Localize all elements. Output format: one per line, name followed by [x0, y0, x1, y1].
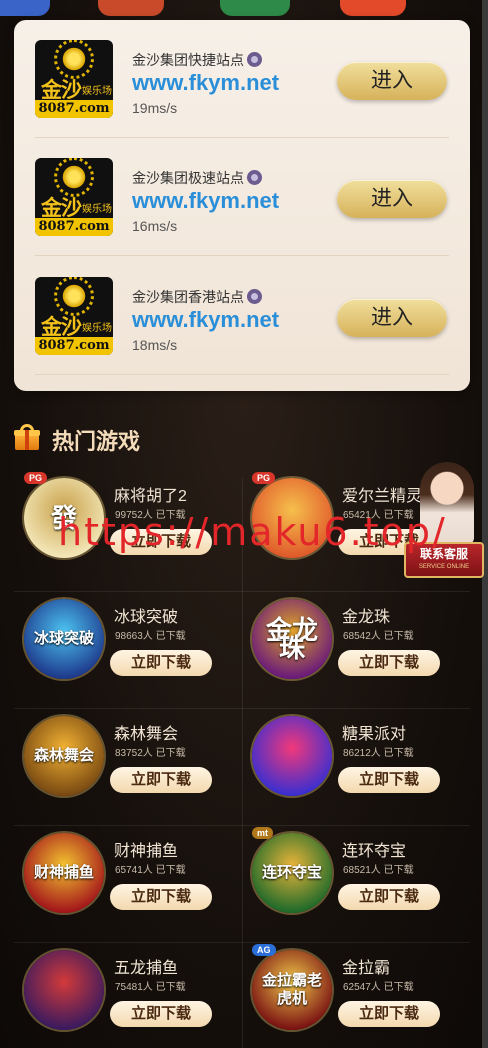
- game-name: 金龙珠: [342, 609, 391, 626]
- game-icon-text: 金拉霸老虎机: [261, 972, 322, 1007]
- game-item[interactable]: 金拉霸老虎机 AG 金拉霸 62547人 已下载立即下载: [242, 944, 470, 1048]
- verified-badge-icon: [247, 52, 262, 67]
- enter-button[interactable]: 进入: [337, 62, 447, 100]
- enter-button[interactable]: 进入: [337, 299, 447, 337]
- download-button[interactable]: 立即下载: [338, 1001, 440, 1027]
- game-icon[interactable]: 金拉霸老虎机: [252, 950, 332, 1030]
- game-name: 财神捕鱼: [114, 843, 179, 860]
- top-banner-item[interactable]: [0, 0, 50, 16]
- game-item[interactable]: 金龙珠 金龙珠 68542人 已下载立即下载: [242, 599, 470, 715]
- game-item[interactable]: 财神捕鱼 财神捕鱼 65741人 已下载 立即下载: [14, 833, 242, 949]
- game-item[interactable]: 连环夺宝 mt 连环夺宝 68521人 已下载立即下载: [242, 827, 470, 949]
- divider: [242, 478, 243, 1048]
- game-item[interactable]: 五龙捕鱼 75481人 已下载立即下载: [14, 950, 242, 1048]
- download-button[interactable]: 立即下载: [110, 650, 212, 676]
- game-icon-text: 金龙珠: [265, 615, 318, 663]
- station-item: 金沙 娱乐场 8087.com 金沙集团极速站点 www.fkym.net 16…: [14, 138, 470, 256]
- game-icon[interactable]: 金龙珠: [252, 599, 332, 679]
- download-button[interactable]: 立即下载: [110, 1001, 212, 1027]
- station-name: 金沙集团极速站点: [132, 168, 262, 188]
- station-name: 金沙集团香港站点: [132, 287, 262, 307]
- top-banner-item[interactable]: [220, 0, 290, 16]
- game-icon-text: 财神捕鱼: [33, 864, 94, 881]
- download-button[interactable]: 立即下载: [110, 884, 212, 910]
- game-name: 糖果派对: [342, 726, 407, 743]
- divider: [35, 255, 449, 256]
- download-count: 86212人 已下载: [343, 748, 414, 759]
- top-banner-item[interactable]: [340, 0, 406, 16]
- watermark-text: https://maku6.top/: [58, 510, 447, 554]
- game-name: 五龙捕鱼: [114, 960, 179, 977]
- station-url[interactable]: www.fkym.net: [132, 188, 279, 214]
- station-card: 金沙 娱乐场 8087.com 金沙集团快捷站点 www.fkym.net 19…: [14, 20, 470, 391]
- top-banner-item[interactable]: [98, 0, 164, 16]
- top-banner-strip: [0, 0, 488, 18]
- game-icon[interactable]: [252, 716, 332, 796]
- station-ping: 18ms/s: [132, 337, 178, 353]
- provider-tag: PG: [24, 472, 48, 484]
- enter-button[interactable]: 进入: [337, 180, 447, 218]
- download-count: 65741人 已下载: [115, 865, 186, 876]
- download-count: 68521人 已下载: [343, 865, 414, 876]
- game-icon[interactable]: 财神捕鱼: [24, 833, 104, 913]
- download-count: 68542人 已下载: [343, 631, 414, 642]
- download-count: 75481人 已下载: [115, 982, 186, 993]
- casino-logo: 金沙 娱乐场 8087.com: [35, 158, 113, 236]
- verified-badge-icon: [247, 289, 262, 304]
- station-item: 金沙 娱乐场 8087.com 金沙集团快捷站点 www.fkym.net 19…: [14, 20, 470, 138]
- station-name: 金沙集团快捷站点: [132, 50, 262, 70]
- casino-logo: 金沙 娱乐场 8087.com: [35, 40, 113, 118]
- game-item[interactable]: 森林舞会 森林舞会 83752人 已下载 立即下载: [14, 716, 242, 832]
- download-button[interactable]: 立即下载: [338, 767, 440, 793]
- service-sub-label: SERVICE ONLINE: [418, 564, 470, 570]
- game-icon[interactable]: 森林舞会: [24, 716, 104, 796]
- provider-tag: mt: [252, 827, 273, 839]
- game-icon[interactable]: 冰球突破: [24, 599, 104, 679]
- game-name: 森林舞会: [114, 726, 179, 743]
- casino-logo: 金沙 娱乐场 8087.com: [35, 277, 113, 355]
- download-count: 62547人 已下载: [343, 982, 414, 993]
- gift-icon: [14, 424, 40, 450]
- station-url[interactable]: www.fkym.net: [132, 307, 279, 333]
- game-name: 金拉霸: [342, 960, 391, 977]
- download-button[interactable]: 立即下载: [110, 767, 212, 793]
- game-name: 连环夺宝: [342, 843, 407, 860]
- station-item: 金沙 娱乐场 8087.com 金沙集团香港站点 www.fkym.net 18…: [14, 257, 470, 375]
- game-icon-text: 冰球突破: [33, 630, 94, 647]
- game-item[interactable]: 糖果派对 86212人 已下载立即下载: [242, 716, 470, 832]
- game-item[interactable]: 冰球突破 冰球突破 98663人 已下载 立即下载: [14, 599, 242, 715]
- station-url[interactable]: www.fkym.net: [132, 70, 279, 96]
- verified-badge-icon: [247, 170, 262, 185]
- download-button[interactable]: 立即下载: [338, 884, 440, 910]
- game-icon[interactable]: [24, 950, 104, 1030]
- download-button[interactable]: 立即下载: [338, 650, 440, 676]
- divider: [35, 374, 449, 375]
- game-icon-text: 森林舞会: [33, 747, 94, 764]
- station-ping: 19ms/s: [132, 100, 178, 116]
- provider-tag: AG: [252, 944, 276, 956]
- game-name: 麻将胡了2: [114, 488, 187, 505]
- provider-tag: PG: [252, 472, 276, 484]
- download-count: 98663人 已下载: [115, 631, 186, 642]
- download-count: 83752人 已下载: [115, 748, 186, 759]
- station-ping: 16ms/s: [132, 218, 178, 234]
- game-icon-text: 连环夺宝: [261, 864, 322, 881]
- game-name: 冰球突破: [114, 609, 179, 626]
- game-icon[interactable]: 连环夺宝: [252, 833, 332, 913]
